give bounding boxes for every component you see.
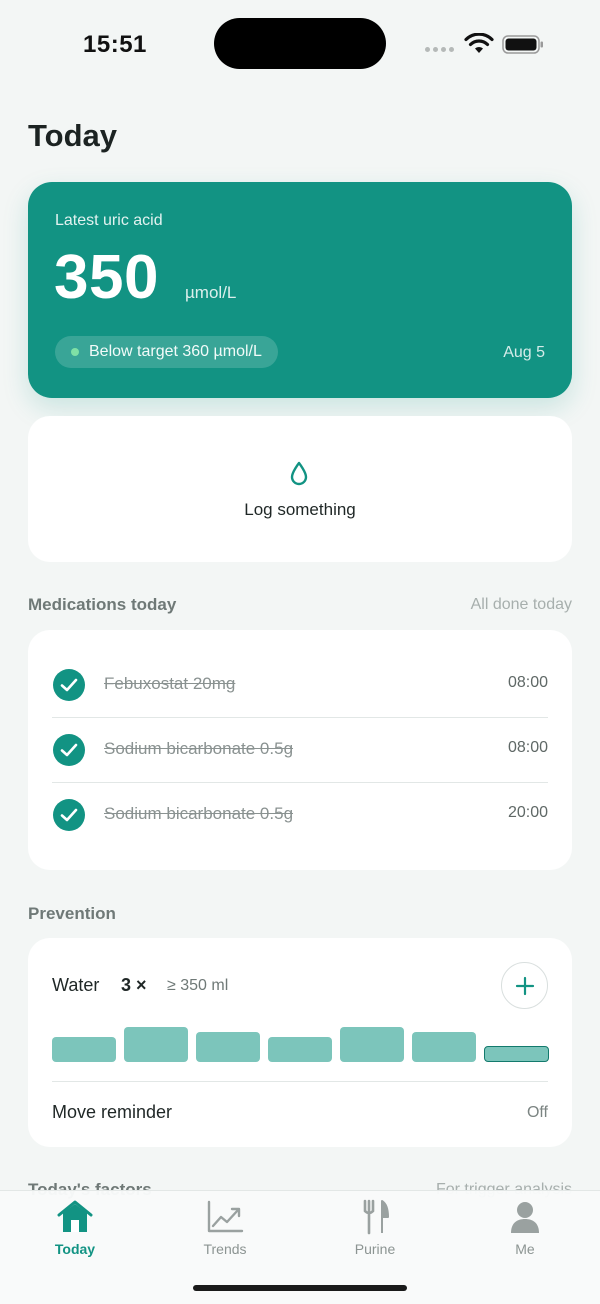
medications-status: All done today [470,596,572,613]
water-cup[interactable] [124,1027,188,1062]
water-drop-icon [290,461,308,486]
tab-today[interactable]: Today [25,1199,125,1257]
tab-me-label: Me [515,1241,535,1257]
medication-time: 20:00 [507,804,548,821]
add-water-button[interactable] [501,962,548,1009]
medication-row[interactable]: Sodium bicarbonate 0.5g 20:00 [52,783,548,847]
water-label: Water [52,975,100,995]
tab-purine-label: Purine [354,1241,396,1257]
uric-acid-value: 350 [54,243,159,312]
target-status-badge: Below target 360 µmol/L [55,336,278,368]
measurement-date: Aug 5 [503,344,545,361]
dynamic-island [214,18,386,69]
water-cups-tracker [52,1026,549,1062]
checkmark-icon[interactable] [53,734,85,766]
medication-row[interactable]: Sodium bicarbonate 0.5g 08:00 [52,718,548,782]
water-cup[interactable] [412,1032,476,1062]
checkmark-icon[interactable] [53,669,85,701]
medication-name: Sodium bicarbonate 0.5g [104,739,294,758]
status-bar: 15:51 [0,0,600,90]
water-cup[interactable] [196,1032,260,1062]
water-cup[interactable] [484,1046,549,1062]
medication-row[interactable]: Febuxostat 20mg 08:00 [52,653,548,717]
wifi-icon [464,33,494,53]
medication-name: Sodium bicarbonate 0.5g [104,804,294,823]
move-reminder-label[interactable]: Move reminder [52,1102,172,1123]
page-title: Today [28,118,117,153]
prevention-section-title: Prevention [28,904,116,923]
prevention-card: Water 3 × ≥ 350 ml Move reminder Off [28,938,572,1147]
uric-acid-label: Latest uric acid [55,212,163,229]
move-reminder-value[interactable]: Off [527,1104,548,1122]
uric-acid-unit: µmol/L [185,283,237,302]
tab-trends-label: Trends [203,1241,247,1257]
home-icon [57,1200,93,1232]
target-status-text: Below target 360 µmol/L [89,343,262,360]
tab-trends[interactable]: Trends [175,1199,275,1257]
water-minimum: ≥ 350 ml [167,977,229,994]
divider [52,1081,548,1082]
medications-card: Febuxostat 20mg 08:00 Sodium bicarbonate… [28,630,572,870]
tab-purine[interactable]: Purine [325,1199,425,1257]
cellular-signal-icon [425,47,454,52]
battery-icon [502,35,543,54]
uric-acid-card[interactable]: Latest uric acid 350 µmol/L Below target… [28,182,572,398]
water-cup[interactable] [268,1037,332,1062]
log-something-label: Log something [244,500,356,519]
plus-icon [515,976,535,996]
tab-me[interactable]: Me [475,1199,575,1257]
log-something-button[interactable]: Log something [28,416,572,562]
water-cup[interactable] [52,1037,116,1062]
fork-knife-icon [363,1199,389,1235]
medication-name: Febuxostat 20mg [104,674,236,693]
water-count: 3 × [121,975,147,995]
home-indicator[interactable] [193,1285,407,1291]
medications-section-title: Medications today [28,595,177,614]
tab-today-label: Today [54,1241,96,1257]
medication-time: 08:00 [507,739,548,756]
checkmark-icon[interactable] [53,799,85,831]
status-dot-icon [71,348,79,356]
water-cup[interactable] [340,1027,404,1062]
medication-time: 08:00 [507,674,548,691]
trend-chart-icon [207,1200,244,1233]
status-time: 15:51 [83,31,147,58]
person-icon [511,1202,539,1233]
